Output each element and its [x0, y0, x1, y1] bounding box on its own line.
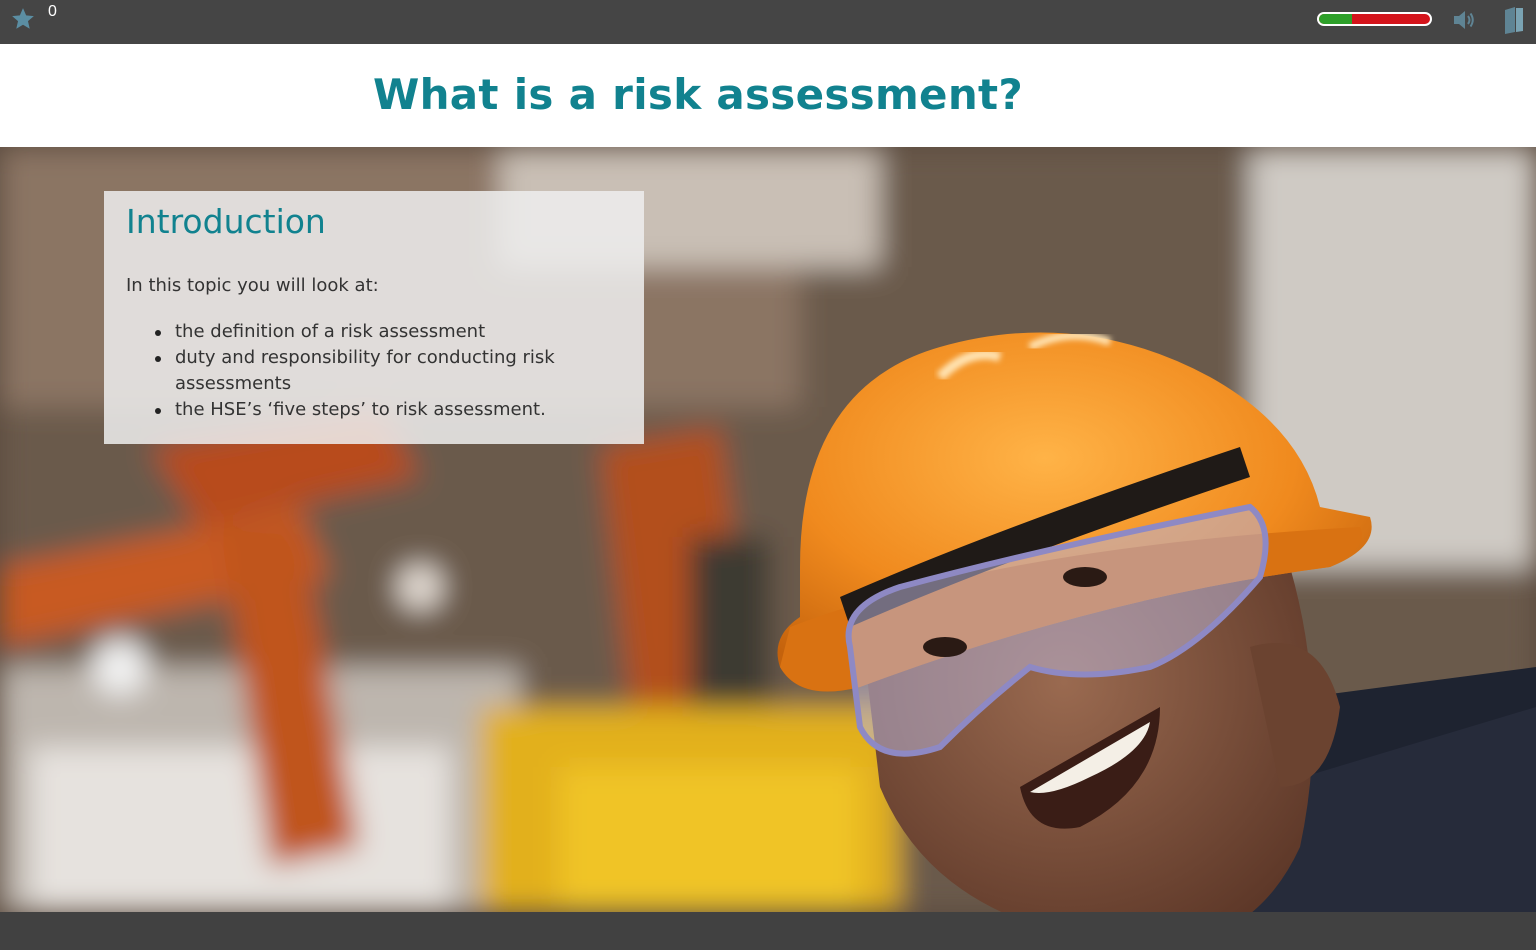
book-icon[interactable]: [1503, 6, 1525, 34]
speaker-icon[interactable]: [1451, 6, 1479, 34]
course-progress-bar: [1317, 12, 1432, 26]
list-item: duty and responsibility for conducting r…: [126, 345, 626, 397]
progress-fill: [1319, 14, 1353, 24]
page-title: What is a risk assessment?: [372, 70, 1024, 119]
intro-lead-text: In this topic you will look at:: [126, 275, 379, 296]
top-toolbar: 0: [0, 0, 1536, 44]
slide-header: What is a risk assessment?: [0, 44, 1536, 147]
list-item: the HSE’s ‘five steps’ to risk assessmen…: [126, 397, 626, 423]
star-icon: [12, 8, 34, 29]
introduction-panel: Introduction In this topic you will look…: [104, 191, 644, 444]
score-counter: 0: [48, 3, 57, 20]
list-item: the definition of a risk assessment: [126, 319, 626, 345]
intro-heading: Introduction: [126, 202, 326, 241]
topic-list: the definition of a risk assessment duty…: [126, 319, 626, 423]
bottom-navigation-bar: [0, 912, 1536, 950]
